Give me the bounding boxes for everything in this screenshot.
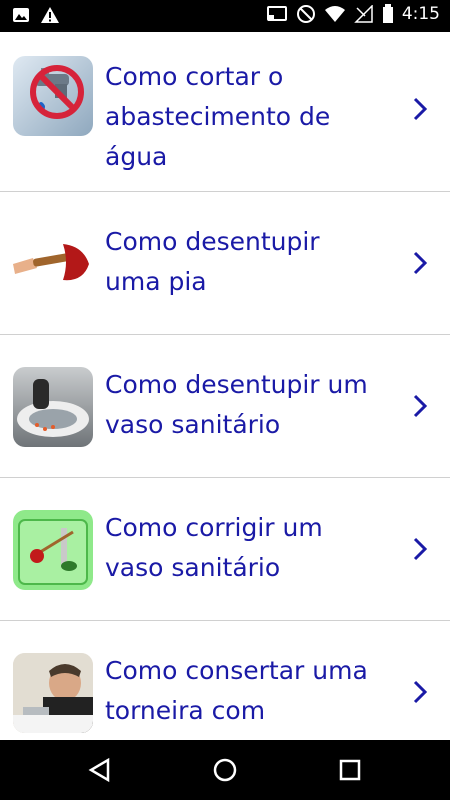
back-icon[interactable] bbox=[86, 756, 114, 784]
home-icon[interactable] bbox=[211, 756, 239, 784]
cast-icon bbox=[266, 6, 287, 21]
chevron-right-icon bbox=[413, 251, 428, 275]
man-fixing-faucet-icon bbox=[13, 653, 93, 733]
item-title: Como consertar uma torneira com bbox=[105, 656, 368, 725]
item-title: Como desentupir uma pia bbox=[105, 227, 320, 296]
list-item[interactable]: Como cortar o abastecimento de água bbox=[0, 32, 450, 192]
clock-time: 4:15 bbox=[401, 4, 440, 24]
recents-icon[interactable] bbox=[336, 756, 364, 784]
navigation-bar bbox=[0, 740, 450, 800]
toilet-tank-icon bbox=[13, 510, 93, 590]
status-bar: 4:15 bbox=[0, 0, 450, 32]
list-item[interactable]: Como consertar uma torneira com bbox=[0, 621, 450, 740]
list-item[interactable]: Como corrigir um vaso sanitário bbox=[0, 478, 450, 621]
item-title: Como cortar o abastecimento de água bbox=[105, 62, 331, 171]
topic-list: Como cortar o abastecimento de água Como… bbox=[0, 32, 450, 740]
plunger-icon bbox=[13, 224, 93, 304]
toilet-glove-icon bbox=[13, 367, 93, 447]
battery-icon bbox=[382, 4, 393, 23]
chevron-right-icon bbox=[413, 394, 428, 418]
list-item[interactable]: Como desentupir um vaso sanitário bbox=[0, 335, 450, 478]
warning-icon bbox=[41, 7, 59, 23]
image-notification-icon bbox=[13, 8, 29, 22]
item-title: Como desentupir um vaso sanitário bbox=[105, 370, 368, 439]
cell-signal-icon bbox=[354, 5, 373, 23]
chevron-right-icon bbox=[413, 537, 428, 561]
list-item[interactable]: Como desentupir uma pia bbox=[0, 192, 450, 335]
item-title: Como corrigir um vaso sanitário bbox=[105, 513, 323, 582]
chevron-right-icon bbox=[413, 97, 428, 121]
wifi-icon bbox=[324, 6, 345, 22]
chevron-right-icon bbox=[413, 680, 428, 704]
faucet-no-water-icon bbox=[13, 56, 93, 136]
do-not-disturb-icon bbox=[296, 5, 315, 23]
